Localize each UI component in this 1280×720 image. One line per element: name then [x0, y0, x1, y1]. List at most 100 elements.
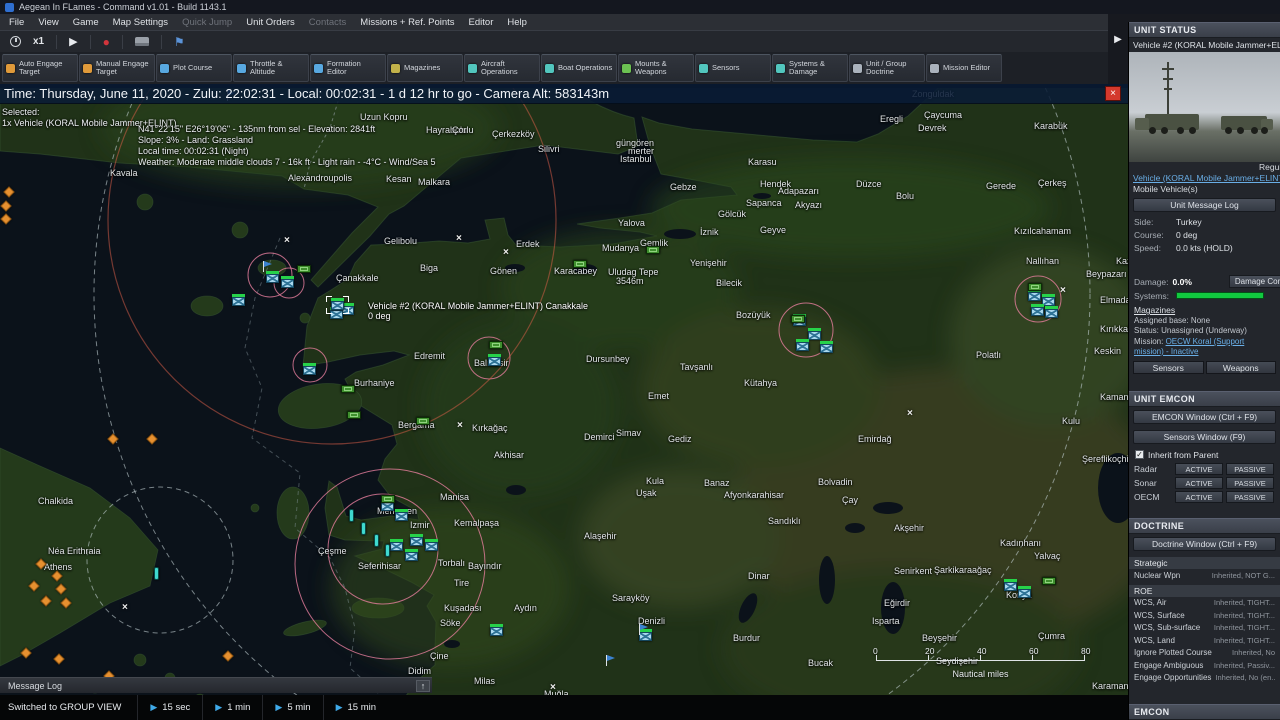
unknown-contact-icon[interactable]: ×: [122, 603, 128, 613]
installation-icon[interactable]: [416, 417, 430, 425]
ribbon-button-magazines[interactable]: Magazines: [387, 54, 463, 82]
doctrine-window-button[interactable]: Doctrine Window (Ctrl + F9): [1133, 537, 1276, 551]
ribbon-button-systems-damage[interactable]: Systems & Damage: [772, 54, 848, 82]
friendly-unit-icon[interactable]: [1045, 306, 1058, 318]
doctrine-row-ignore-plotted-course[interactable]: Ignore Plotted Course Inherited, No: [1129, 647, 1280, 660]
friendly-unit-icon[interactable]: [1004, 579, 1017, 591]
tab-weapons[interactable]: Weapons: [1205, 361, 1276, 374]
ribbon-button-aircraft-operations[interactable]: Aircraft Operations: [464, 54, 540, 82]
ribbon-button-auto-engage-target[interactable]: Auto Engage Target: [2, 54, 78, 82]
unit-message-log-button[interactable]: Unit Message Log: [1133, 198, 1276, 212]
time-step-button-15-sec[interactable]: ▶ 15 sec: [137, 695, 202, 720]
menu-item-help[interactable]: Help: [500, 16, 534, 29]
installation-icon[interactable]: [1042, 577, 1056, 585]
unit-class-link[interactable]: Vehicle (KORAL Mobile Jammer+ELINT): [1129, 173, 1280, 184]
friendly-unit-icon[interactable]: [405, 549, 418, 561]
unknown-contact-icon[interactable]: ×: [457, 421, 463, 431]
doctrine-row-wcs-air[interactable]: WCS, Air Inherited, TIGHT...: [1129, 597, 1280, 610]
friendly-unit-icon[interactable]: [381, 499, 394, 511]
naval-unit-icon[interactable]: [349, 509, 354, 522]
emcon-active-button[interactable]: ACTIVE: [1175, 477, 1223, 489]
doctrine-row-wcs-sub-surface[interactable]: WCS, Sub-surface Inherited, TIGHT...: [1129, 622, 1280, 635]
doctrine-row-engage-opportunities[interactable]: Engage Opportunities Inherited, No (en...: [1129, 672, 1280, 685]
menu-item-editor[interactable]: Editor: [462, 16, 501, 29]
friendly-unit-icon[interactable]: [639, 629, 652, 641]
friendly-unit-icon[interactable]: [490, 624, 503, 636]
panel-collapse-arrow-icon[interactable]: ▶: [1108, 34, 1128, 45]
eraser-button[interactable]: [134, 37, 149, 46]
installation-icon[interactable]: [381, 495, 395, 503]
sensors-window-button[interactable]: Sensors Window (F9): [1133, 430, 1276, 444]
unknown-contact-icon[interactable]: ×: [550, 683, 556, 693]
unknown-contact-icon[interactable]: ×: [907, 409, 913, 419]
ribbon-button-unit-group-doctrine[interactable]: Unit / Group Doctrine: [849, 54, 925, 82]
friendly-unit-icon[interactable]: [232, 294, 245, 306]
naval-unit-icon[interactable]: [361, 522, 366, 535]
selected-unit-icon[interactable]: [326, 296, 349, 314]
naval-unit-icon[interactable]: [154, 567, 159, 580]
emcon-passive-button[interactable]: PASSIVE: [1226, 477, 1274, 489]
friendly-unit-icon[interactable]: [425, 539, 438, 551]
damage-control-button[interactable]: Damage Control: [1229, 275, 1280, 288]
installation-icon[interactable]: [489, 341, 503, 349]
doctrine-row-nuclear-wpn[interactable]: Nuclear Wpn Inherited, NOT G...: [1129, 569, 1280, 582]
friendly-unit-icon[interactable]: [820, 341, 833, 353]
time-step-button-15-min[interactable]: ▶ 15 min: [322, 695, 388, 720]
reference-flag-icon[interactable]: [606, 655, 615, 666]
play-button[interactable]: ▶: [69, 32, 77, 52]
menu-item-unit-orders[interactable]: Unit Orders: [239, 16, 302, 29]
ribbon-button-sensors[interactable]: Sensors: [695, 54, 771, 82]
doctrine-row-engage-ambiguous[interactable]: Engage Ambiguous Inherited, Passiv...: [1129, 659, 1280, 672]
ribbon-button-boat-operations[interactable]: Boat Operations: [541, 54, 617, 82]
naval-unit-icon[interactable]: [385, 544, 390, 557]
installation-icon[interactable]: [791, 315, 805, 323]
ribbon-button-plot-course[interactable]: Plot Course: [156, 54, 232, 82]
unknown-contact-icon[interactable]: ×: [284, 236, 290, 246]
naval-unit-icon[interactable]: [374, 534, 379, 547]
friendly-unit-icon[interactable]: [266, 271, 279, 283]
unknown-contact-icon[interactable]: ×: [456, 234, 462, 244]
friendly-unit-icon[interactable]: [410, 534, 423, 546]
menu-item-view[interactable]: View: [31, 16, 65, 29]
emcon-active-button[interactable]: ACTIVE: [1175, 463, 1223, 475]
friendly-unit-icon[interactable]: [1031, 304, 1044, 316]
time-step-button-1-min[interactable]: ▶ 1 min: [202, 695, 262, 720]
installation-icon[interactable]: [573, 260, 587, 268]
friendly-unit-icon[interactable]: [390, 539, 403, 551]
ribbon-button-mounts-weapons[interactable]: Mounts & Weapons: [618, 54, 694, 82]
tab-sensors[interactable]: Sensors: [1133, 361, 1204, 374]
menu-item-map-settings[interactable]: Map Settings: [106, 16, 175, 29]
menu-item-missions-ref-points[interactable]: Missions + Ref. Points: [353, 16, 461, 29]
message-log-bar[interactable]: Message Log ↑: [0, 677, 432, 693]
ribbon-button-manual-engage-target[interactable]: Manual Engage Target: [79, 54, 155, 82]
flag-button[interactable]: ⚑: [174, 32, 185, 52]
installation-icon[interactable]: [646, 246, 660, 254]
magazines-link[interactable]: Magazines: [1129, 302, 1280, 316]
emcon-passive-button[interactable]: PASSIVE: [1226, 491, 1274, 503]
ribbon-button-mission-editor[interactable]: Mission Editor: [926, 54, 1002, 82]
time-step-button-5-min[interactable]: ▶ 5 min: [262, 695, 322, 720]
doctrine-row-wcs-surface[interactable]: WCS, Surface Inherited, TIGHT...: [1129, 609, 1280, 622]
friendly-unit-icon[interactable]: [395, 509, 408, 521]
expand-log-button[interactable]: ↑: [416, 679, 430, 692]
reference-flag-icon[interactable]: [639, 624, 648, 635]
unknown-contact-icon[interactable]: ×: [1060, 286, 1066, 296]
menu-item-file[interactable]: File: [2, 16, 31, 29]
friendly-unit-icon[interactable]: [796, 339, 809, 351]
reference-flag-icon[interactable]: [263, 261, 272, 272]
emcon-passive-button[interactable]: PASSIVE: [1226, 463, 1274, 475]
emcon-active-button[interactable]: ACTIVE: [1175, 491, 1223, 503]
menu-item-game[interactable]: Game: [66, 16, 106, 29]
friendly-unit-icon[interactable]: [281, 276, 294, 288]
unknown-contact-icon[interactable]: ×: [503, 248, 509, 258]
friendly-unit-icon[interactable]: [303, 363, 316, 375]
friendly-unit-icon[interactable]: [808, 328, 821, 340]
friendly-unit-icon[interactable]: [1028, 289, 1041, 301]
friendly-unit-icon[interactable]: [1018, 586, 1031, 598]
tactical-map[interactable]: ZonguldakEregliÇaycumaDevrekKarabükUzun …: [0, 88, 1128, 695]
installation-icon[interactable]: [1028, 283, 1042, 291]
installation-icon[interactable]: [341, 385, 355, 393]
installation-icon[interactable]: [297, 265, 311, 273]
ribbon-button-throttle-altitude[interactable]: Throttle & Altitude: [233, 54, 309, 82]
emcon-window-button[interactable]: EMCON Window (Ctrl + F9): [1133, 410, 1276, 424]
